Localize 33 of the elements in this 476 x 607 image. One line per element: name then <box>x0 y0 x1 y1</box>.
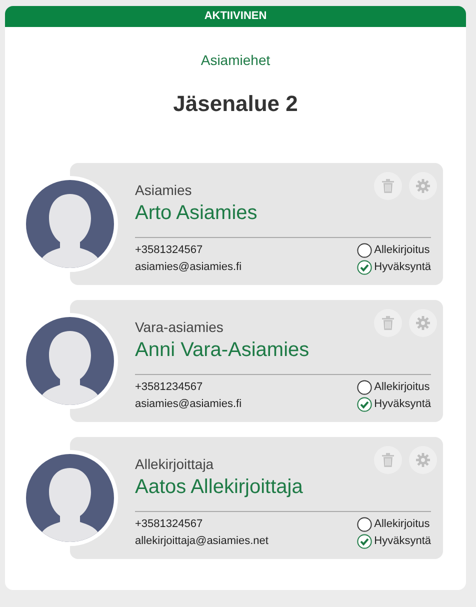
phone-number: +3581324567 <box>135 243 204 258</box>
phone-number: +3581234567 <box>135 380 204 395</box>
settings-icon <box>416 316 430 330</box>
contact-name: Arto Asiamies <box>135 201 258 226</box>
contact-role: Allekirjoittaja <box>135 456 214 472</box>
approval-label: Allekirjoitus <box>374 243 430 258</box>
checked-circle-icon[interactable] <box>357 260 372 275</box>
contact-name: Anni Vara-Asiamies <box>135 338 310 363</box>
settings-icon <box>416 179 430 193</box>
approval-label: Hyväksyntä <box>374 397 431 412</box>
trash-icon <box>382 316 394 330</box>
empty-circle-icon[interactable] <box>357 517 372 532</box>
section-label: Asiamiehet <box>200 51 270 70</box>
contact-role: Asiamies <box>135 182 192 198</box>
contact-name: Aatos Allekirjoittaja <box>135 475 303 500</box>
checked-circle-icon[interactable] <box>357 397 372 412</box>
approval-label: Hyväksyntä <box>374 260 431 275</box>
approval-label: Allekirjoitus <box>374 380 430 395</box>
email-address: asiamies@asiamies.fi <box>135 260 242 275</box>
approval-label: Hyväksyntä <box>374 534 431 549</box>
trash-icon <box>382 179 394 193</box>
page-title: Jäsenalue 2 <box>173 90 298 118</box>
empty-circle-icon[interactable] <box>357 243 372 258</box>
contact-role: Vara-asiamies <box>135 319 224 335</box>
trash-icon <box>382 453 394 467</box>
checked-circle-icon[interactable] <box>357 534 372 549</box>
phone-number: +3581324567 <box>135 517 204 532</box>
email-address: allekirjoittaja@asiamies.net <box>135 534 268 549</box>
status-banner: AKTIIVINEN <box>5 6 466 27</box>
approval-label: Allekirjoitus <box>374 517 430 532</box>
email-address: asiamies@asiamies.fi <box>135 397 242 412</box>
settings-icon <box>416 453 430 467</box>
empty-circle-icon[interactable] <box>357 380 372 395</box>
